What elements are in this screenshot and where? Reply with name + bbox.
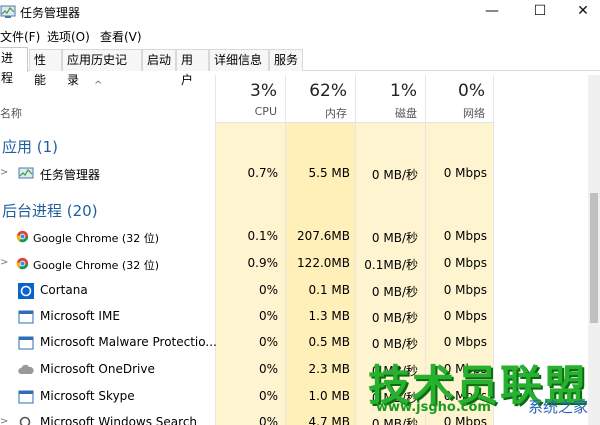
process-cpu: 0% [258,389,278,403]
process-name: Microsoft OneDrive [40,362,155,376]
application-window-icon [18,390,34,404]
network-label: 网络 [463,107,485,120]
process-row[interactable]: Microsoft IME 0% 1.3 MB 0 MB/秒 0 Mbps [0,304,600,330]
process-name: Microsoft Windows Search [40,415,198,425]
process-memory: 207.6MB [297,229,350,243]
process-row[interactable]: Google Chrome (32 位) 0.1% 207.6MB 0 MB/秒… [0,224,600,250]
process-memory: 122.0MB [297,256,350,270]
process-name: Microsoft Skype [40,389,135,403]
tab-details[interactable]: 详细信息 [209,49,269,71]
search-icon [19,416,31,425]
process-cpu: 0% [258,309,278,323]
process-cpu: 0.7% [247,166,279,180]
column-header-disk[interactable]: 1% 磁盘 [355,75,425,123]
process-memory: 5.5 MB [308,166,350,180]
cpu-label: CPU [254,105,277,118]
cloud-icon [18,364,34,374]
menu-file[interactable]: 文件(F) [0,28,40,45]
column-header-name[interactable]: 名称 [0,105,22,121]
title-bar: 任务管理器 — ☐ ✕ [0,0,600,26]
disk-label: 磁盘 [395,107,417,120]
process-cpu: 0% [258,335,278,349]
process-row[interactable]: Cortana 0% 0.1 MB 0 MB/秒 0 Mbps [0,278,600,304]
menu-bar: 文件(F) 选项(O) 查看(V) [0,26,600,46]
disk-total-percent: 1% [390,81,417,101]
task-manager-icon [18,167,34,179]
process-memory: 2.3 MB [308,362,350,376]
task-manager-icon [0,5,16,18]
process-network: 0 Mbps [443,166,487,180]
process-name: Microsoft IME [40,309,120,323]
process-network: 0 Mbps [443,335,487,349]
scrollbar-thumb[interactable] [590,193,598,323]
process-disk: 0.1MB/秒 [364,258,418,272]
process-memory: 0.1 MB [308,283,350,297]
process-name: Google Chrome (32 位) [33,232,160,245]
cpu-total-percent: 3% [250,81,277,101]
tab-performance[interactable]: 性能 [29,49,62,87]
application-window-icon [18,336,34,350]
tab-services[interactable]: 服务 [269,49,303,71]
column-header-network[interactable]: 0% 网络 [425,75,493,123]
minimize-button[interactable]: — [469,0,515,24]
process-name: Cortana [40,283,88,297]
process-cpu: 0% [258,283,278,297]
expand-chevron-icon[interactable]: > [0,167,8,178]
process-memory: 1.0 MB [308,389,350,403]
process-network: 0 Mbps [443,256,487,270]
process-memory: 4.7 MB [308,415,350,425]
process-disk: 0 MB/秒 [371,285,418,299]
menu-options[interactable]: 选项(O) [47,28,90,45]
chrome-icon [16,230,29,243]
tab-processes[interactable]: 进程 [0,47,28,85]
process-cpu: 0% [258,415,278,425]
process-memory: 0.5 MB [308,335,350,349]
column-header-cpu[interactable]: 3% CPU [215,75,285,123]
cortana-icon [18,283,34,299]
process-network: 0 Mbps [443,309,487,323]
process-cpu: 0.1% [247,229,279,243]
tab-users[interactable]: 用户 [176,49,209,87]
watermark: 技术员联盟 www.jsgho.com 系统之家 [368,352,598,422]
watermark-url: www.jsgho.com [376,400,491,415]
process-network: 0 Mbps [443,283,487,297]
tab-bar: 进程 性能 应用历史记录 启动 用户 详细信息 服务 [0,47,600,87]
column-header-memory[interactable]: 62% 内存 [285,75,355,123]
memory-total-percent: 62% [309,81,347,101]
memory-label: 内存 [325,107,347,120]
application-window-icon [18,310,34,324]
tab-app-history[interactable]: 应用历史记录 [62,49,142,87]
process-row[interactable]: > 任务管理器 0.7% 5.5 MB 0 MB/秒 0 Mbps [0,161,600,187]
sort-arrow-icon: ^ [94,80,103,91]
process-disk: 0 MB/秒 [371,337,418,351]
process-name: Google Chrome (32 位) [33,259,160,272]
process-row[interactable]: > Google Chrome (32 位) 0.9% 122.0MB 0.1M… [0,251,600,277]
process-disk: 0 MB/秒 [371,311,418,325]
expand-chevron-icon[interactable]: > [0,416,8,425]
process-disk: 0 MB/秒 [371,168,418,182]
chrome-icon [16,257,29,270]
group-header-background[interactable]: 后台进程 (20) [2,200,98,221]
window-title: 任务管理器 [20,6,81,20]
tab-startup[interactable]: 启动 [142,49,176,71]
menu-view[interactable]: 查看(V) [100,28,142,45]
expand-chevron-icon[interactable]: > [0,257,8,268]
maximize-button[interactable]: ☐ [517,0,563,24]
process-disk: 0 MB/秒 [371,231,418,245]
watermark-subtitle: 系统之家 [528,398,589,416]
process-memory: 1.3 MB [308,309,350,323]
network-total-percent: 0% [458,81,485,101]
process-cpu: 0.9% [247,256,279,270]
process-name: 任务管理器 [40,168,101,182]
close-button[interactable]: ✕ [560,0,600,24]
process-network: 0 Mbps [443,229,487,243]
group-header-apps[interactable]: 应用 (1) [2,136,58,157]
process-name: Microsoft Malware Protectio... [40,335,217,349]
process-cpu: 0% [258,362,278,376]
